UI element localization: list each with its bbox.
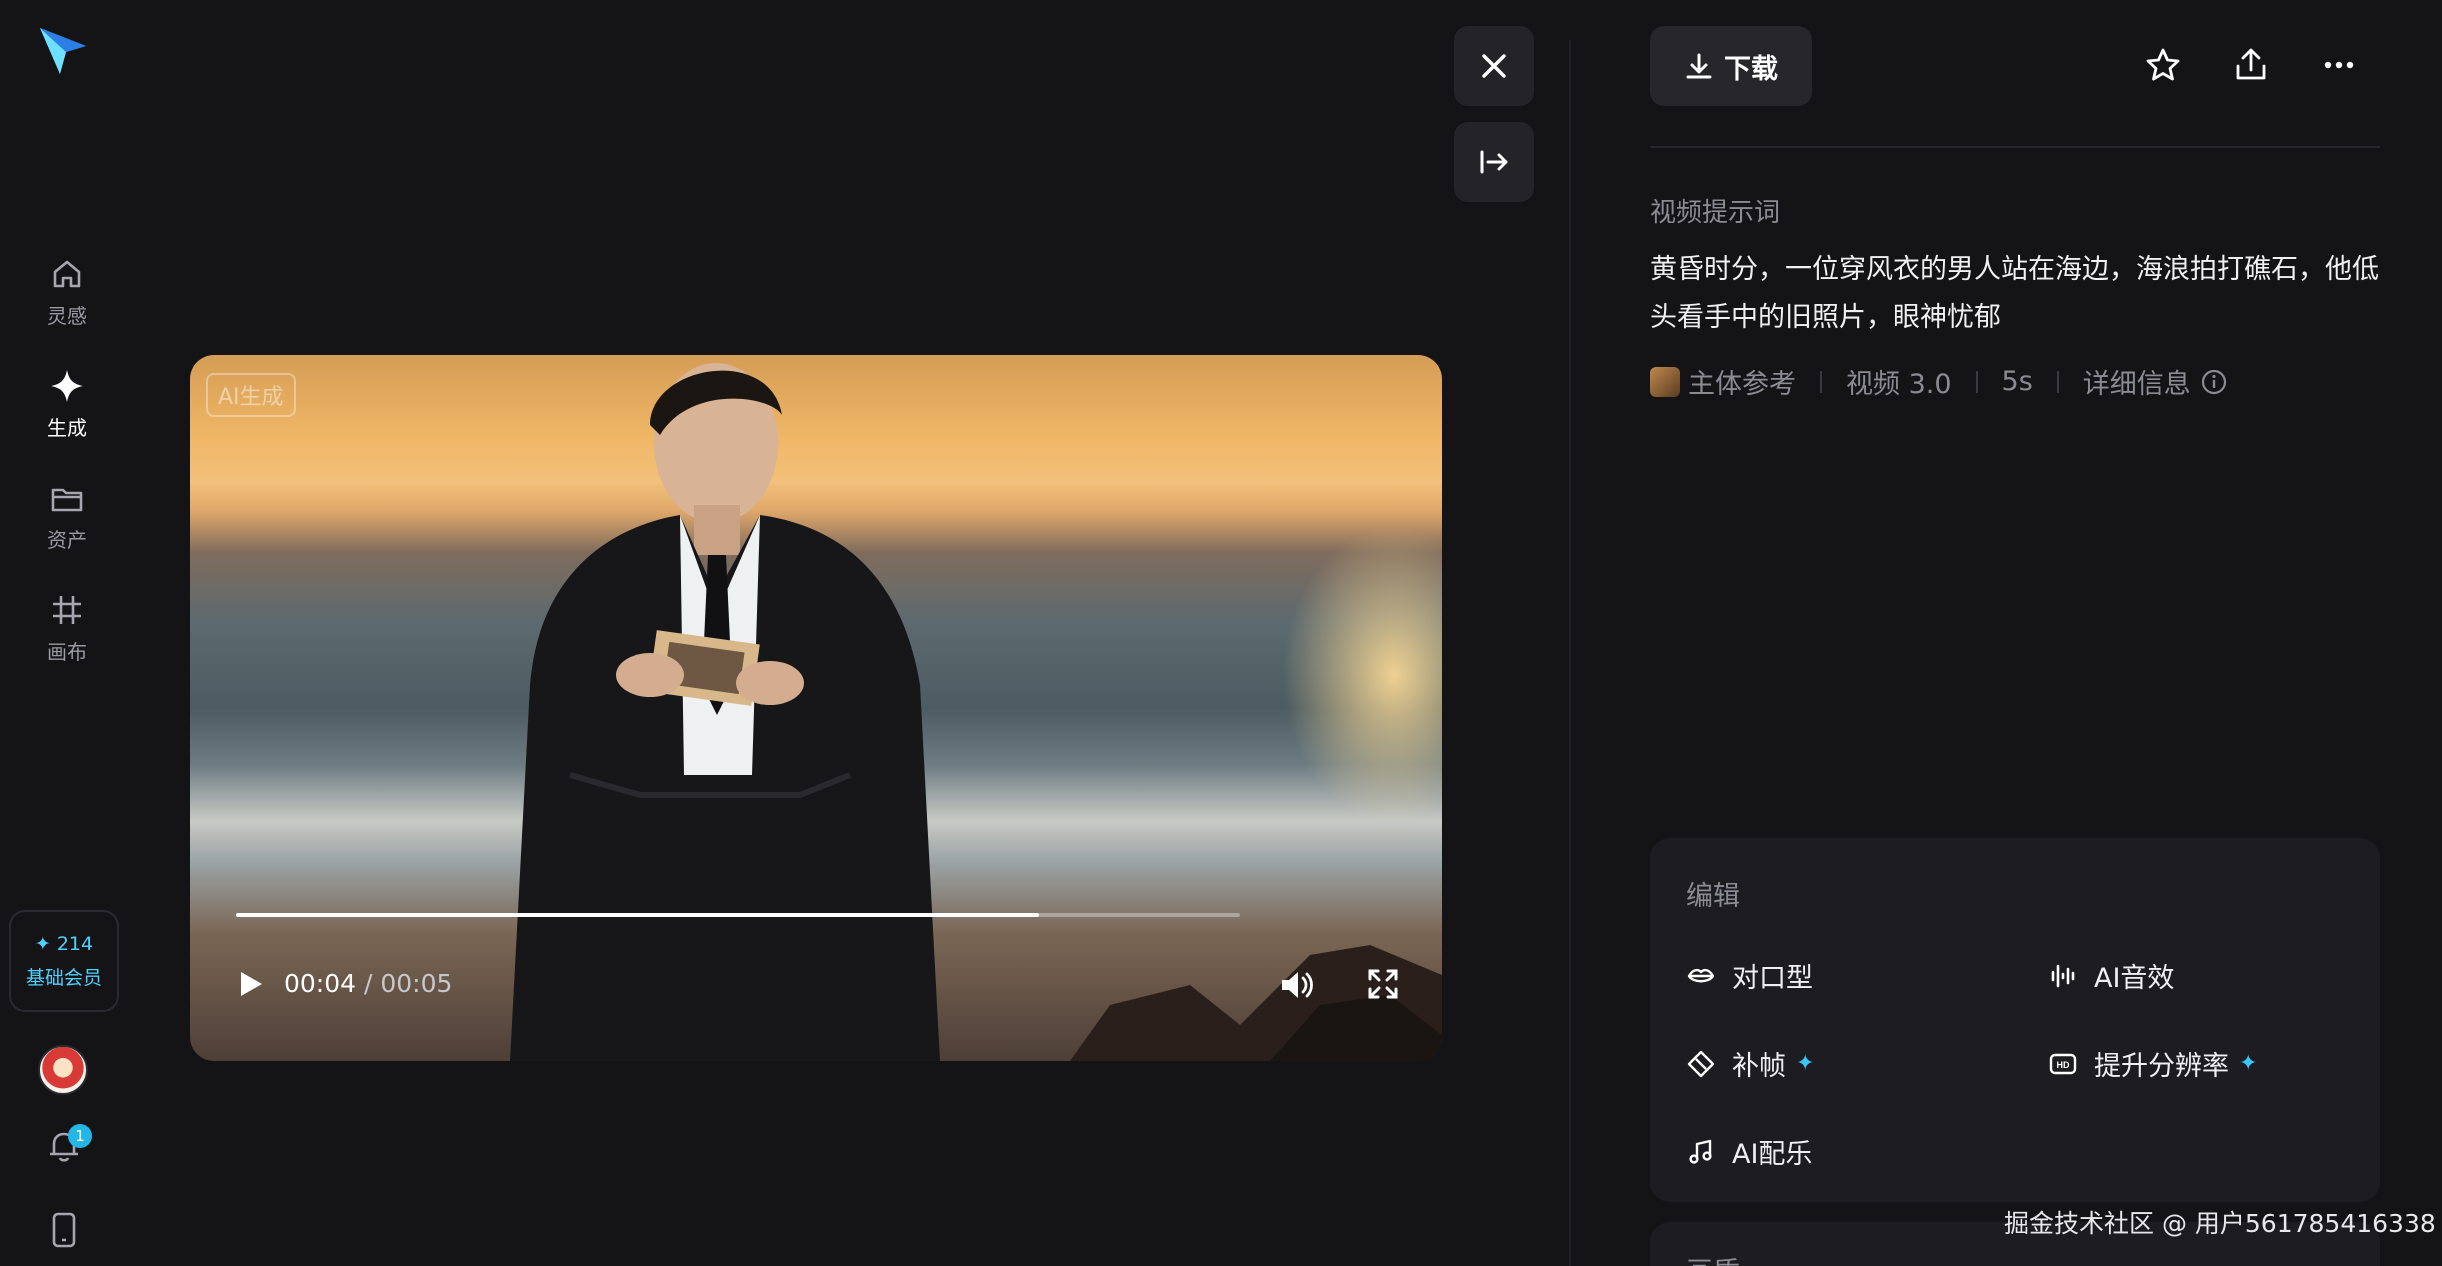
frame-interpolation-icon [1687, 1050, 1715, 1077]
nav-label: 灵感 [47, 303, 87, 328]
meta-separator [1975, 370, 1978, 393]
hd-icon: HD [2049, 1053, 2077, 1074]
tool-label: AI音效 [2094, 963, 2175, 994]
arrow-right-to-line-icon [1480, 150, 1508, 174]
details-link[interactable]: 详细信息 [2083, 362, 2191, 401]
app-logo[interactable] [36, 22, 92, 78]
model-version: 视频 3.0 [1846, 369, 1952, 400]
more-button[interactable] [2314, 40, 2364, 90]
sparkle-icon: ✦ [1796, 1051, 1815, 1076]
edit-title: 编辑 [1686, 881, 1740, 912]
lips-icon [1687, 968, 1715, 982]
notification-badge: 1 [68, 1124, 92, 1148]
prompt-text: 黄昏时分，一位穿风衣的男人站在海边，海浪拍打礁石，他低头看手中的旧照片，眼神忧郁 [1650, 254, 2379, 333]
share-button[interactable] [2226, 40, 2276, 90]
download-button[interactable]: 下载 [1650, 26, 1812, 106]
prompt-label: 视频提示词 [1650, 198, 1781, 228]
header-divider [1650, 146, 2380, 148]
video-time: 00:04 / 00:05 [284, 969, 452, 998]
nav-item-assets[interactable]: 资产 [17, 472, 117, 558]
sun-reflection [1282, 525, 1442, 825]
info-icon[interactable] [2201, 369, 2227, 395]
video-duration: 5s [2001, 366, 2033, 397]
more-icon [2324, 61, 2354, 69]
left-nav: 灵感 生成 资产 画布 ✦ 214 基础会员 1 [0, 0, 134, 1266]
watermark: 掘金技术社区 @ 用户561785416338 [2004, 1209, 2436, 1238]
audio-wave-icon [2051, 964, 2075, 987]
current-time: 00:04 [284, 969, 357, 998]
tool-label: 对口型 [1732, 963, 1813, 994]
avatar[interactable] [38, 1045, 88, 1095]
play-icon[interactable] [234, 968, 266, 1000]
next-section-title: 画质 [1686, 1250, 1740, 1266]
edit-panel: 编辑 对口型 AI音效 补帧 ✦ HD 提升分辨率 ✦ AI配乐 [1650, 838, 2380, 1202]
video-progress-bar[interactable] [236, 913, 1240, 917]
share-icon [2236, 48, 2266, 80]
star-icon [2146, 48, 2180, 81]
home-icon [53, 260, 81, 287]
svg-text:HD: HD [2057, 1060, 2070, 1070]
nav-label: 资产 [47, 527, 87, 552]
subject-thumbnail [1650, 366, 1680, 397]
fullscreen-icon[interactable] [1366, 967, 1400, 1001]
meta-separator [2056, 370, 2059, 393]
panel-divider [1569, 40, 1571, 1266]
total-duration: / 00:05 [364, 969, 453, 998]
volume-icon[interactable] [1276, 965, 1316, 1005]
membership-level: 基础会员 [25, 966, 102, 989]
collapse-panel-button[interactable] [1454, 122, 1534, 202]
nav-item-inspiration[interactable]: 灵感 [17, 248, 117, 334]
meta-separator [1820, 370, 1822, 393]
tool-label: 补帧 [1732, 1051, 1786, 1082]
nav-label: 生成 [47, 415, 87, 440]
subject-reference[interactable]: 主体参考 [1688, 362, 1796, 401]
folder-icon [51, 488, 83, 511]
video-frame-subject [510, 363, 940, 1061]
video-player[interactable]: AI生成 00:04 / 00:05 [190, 355, 1442, 1061]
nav-label: 画布 [47, 639, 87, 664]
generation-meta: 主体参考 视频 3.0 5s 详细信息 [1650, 362, 2227, 401]
frame-interpolation-button[interactable]: 补帧 ✦ [1686, 1044, 1814, 1083]
tool-label: AI配乐 [1732, 1139, 1813, 1170]
sparkle-icon: ✦ [2239, 1051, 2258, 1076]
close-button[interactable] [1454, 26, 1534, 106]
credit-points-value: 214 [56, 932, 94, 955]
favorite-button[interactable] [2138, 40, 2188, 90]
ai-sound-effects-button[interactable]: AI音效 [2048, 956, 2174, 995]
upscale-button[interactable]: HD 提升分辨率 ✦ [2048, 1044, 2257, 1083]
video-progress-fill [236, 913, 1040, 917]
membership-card[interactable]: ✦ 214 基础会员 [9, 910, 119, 1012]
mobile-icon[interactable] [48, 1212, 80, 1248]
nav-item-generate[interactable]: 生成 [17, 360, 117, 446]
download-icon [1686, 53, 1712, 79]
music-note-icon [1689, 1139, 1712, 1164]
sparkle-icon [51, 369, 83, 402]
lip-sync-button[interactable]: 对口型 [1686, 956, 1813, 995]
download-label: 下载 [1724, 53, 1778, 85]
nav-item-canvas[interactable]: 画布 [17, 584, 117, 670]
tool-label: 提升分辨率 [2094, 1051, 2229, 1082]
app-root: 灵感 生成 资产 画布 ✦ 214 基础会员 1 AI生成 00:04 / 00… [0, 0, 2442, 1266]
close-icon [1482, 54, 1506, 78]
credit-points: ✦ 214 [34, 932, 94, 955]
canvas-icon [53, 595, 81, 624]
ai-generated-tag: AI生成 [206, 373, 296, 417]
ai-music-button[interactable]: AI配乐 [1686, 1132, 1812, 1171]
